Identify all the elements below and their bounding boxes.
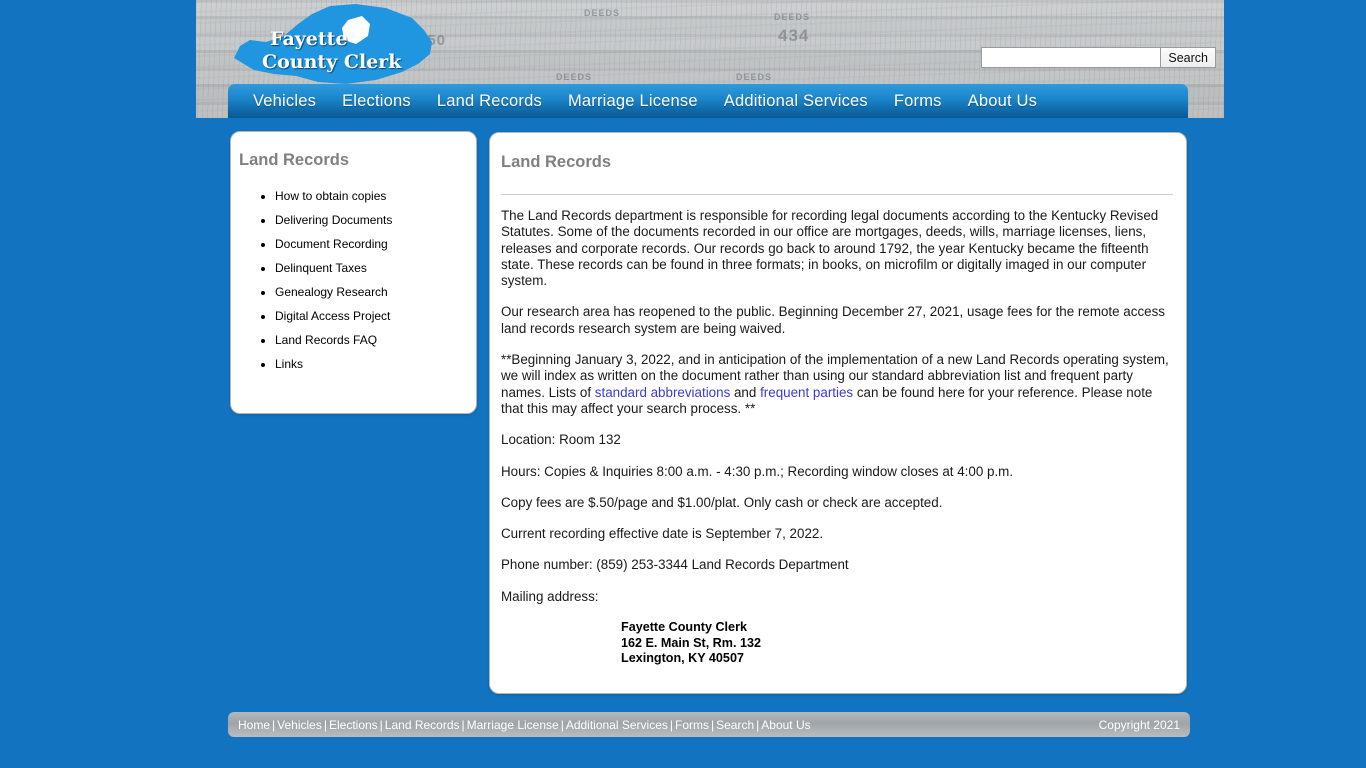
address-line-1: Fayette County Clerk [621, 620, 747, 635]
logo-line-2: County Clerk [262, 51, 402, 73]
sidebar-title: Land Records [239, 151, 350, 169]
sidebar-item-label[interactable]: Delivering Documents [275, 213, 392, 227]
footer-link-additional-services[interactable]: Additional Services [566, 718, 668, 732]
sidebar-item-genealogy-research[interactable]: Genealogy Research [275, 280, 476, 304]
sidebar-item-how-to-obtain-copies[interactable]: How to obtain copies [275, 184, 476, 208]
sidebar-item-label[interactable]: How to obtain copies [275, 189, 386, 203]
footer-link-list: Home | Vehicles | Elections | Land Records | Mar… [238, 718, 811, 732]
sidebar-card: Land Records How to obtain copies Delive… [230, 131, 477, 414]
address-line-3: Lexington, KY 40507 [621, 651, 744, 666]
sidebar-item-document-recording[interactable]: Document Recording [275, 232, 476, 256]
nav-item-forms[interactable]: Forms [881, 92, 955, 111]
sidebar-item-label[interactable]: Genealogy Research [275, 285, 388, 299]
logo-text: Fayette County Clerk [262, 28, 401, 74]
nav-underline [228, 118, 1188, 121]
ledger-mark: DEEDS [774, 12, 811, 22]
sidebar-menu: How to obtain copies Delivering Document… [231, 184, 476, 376]
footer-separator: | [323, 717, 327, 732]
footer-separator: | [461, 717, 465, 732]
sidebar-item-delinquent-taxes[interactable]: Delinquent Taxes [275, 256, 476, 280]
footer-link-home[interactable]: Home [238, 718, 270, 732]
nav-item-land-records[interactable]: Land Records [424, 92, 555, 111]
logo-line-1: Fayette [270, 28, 348, 50]
nav-item-marriage-license[interactable]: Marriage License [555, 92, 711, 111]
ledger-mark: 434 [778, 26, 810, 45]
ledger-mark: DEEDS [556, 72, 593, 82]
nav-item-additional-services[interactable]: Additional Services [711, 92, 881, 111]
paragraph-effective-date: Current recording effective date is Sept… [501, 526, 824, 542]
sidebar-item-label[interactable]: Delinquent Taxes [275, 261, 367, 275]
footer-separator: | [560, 717, 564, 732]
page-root: 450 434 DEEDS DEEDS DEEDS DEEDS Fayette … [0, 0, 1366, 768]
indexing-notice-text-b: and [730, 384, 761, 400]
ledger-mark: DEEDS [736, 72, 773, 82]
site-footer: Home | Vehicles | Elections | Land Records | Mar… [228, 712, 1190, 737]
link-standard-abbreviations[interactable]: standard abbreviations [595, 385, 730, 400]
paragraph-copy-fees: Copy fees are $.50/page and $1.00/plat. … [501, 494, 943, 510]
sidebar-item-label[interactable]: Digital Access Project [275, 309, 390, 323]
sidebar-item-delivering-documents[interactable]: Delivering Documents [275, 208, 476, 232]
paragraph-phone: Phone number: (859) 253-3344 Land Record… [501, 557, 849, 573]
paragraph-research-area: Our research area has reopened to the pu… [501, 304, 1165, 336]
nav-item-about-us[interactable]: About Us [955, 92, 1050, 111]
search-button[interactable]: Search [1160, 47, 1216, 68]
sidebar-item-label[interactable]: Land Records FAQ [275, 333, 377, 347]
footer-link-vehicles[interactable]: Vehicles [277, 718, 322, 732]
footer-link-land-records[interactable]: Land Records [385, 718, 460, 732]
footer-link-marriage-license[interactable]: Marriage License [467, 718, 559, 732]
search-form: Search [981, 47, 1216, 68]
site-logo[interactable]: Fayette County Clerk [226, 2, 446, 88]
paragraph-mailing-label: Mailing address: [501, 588, 599, 604]
address-line-2: 162 E. Main St, Rm. 132 [621, 635, 761, 650]
nav-item-elections[interactable]: Elections [329, 92, 424, 111]
main-navigation: Vehicles Elections Land Records Marriage… [228, 84, 1188, 118]
sidebar-item-links[interactable]: Links [275, 352, 476, 376]
footer-separator: | [379, 717, 383, 732]
paragraph-department-overview: The Land Records department is responsib… [501, 208, 1159, 289]
main-content-card: Land Records The Land Records department… [489, 132, 1187, 694]
footer-link-search[interactable]: Search [716, 718, 754, 732]
search-input[interactable] [981, 47, 1161, 68]
ledger-mark: DEEDS [584, 8, 621, 18]
main-body: The Land Records department is responsib… [501, 195, 1173, 667]
footer-separator: | [669, 717, 673, 732]
footer-link-elections[interactable]: Elections [329, 718, 378, 732]
sidebar-item-label[interactable]: Links [275, 357, 303, 371]
mailing-address-block: Fayette County Clerk 162 E. Main St, Rm.… [621, 620, 1173, 667]
footer-copyright: Copyright 2021 [1098, 717, 1180, 732]
paragraph-indexing-notice: **Beginning January 3, 2022, and in anti… [501, 352, 1173, 417]
nav-item-vehicles[interactable]: Vehicles [240, 92, 329, 111]
paragraph-location: Location: Room 132 [501, 432, 621, 448]
sidebar-item-digital-access-project[interactable]: Digital Access Project [275, 304, 476, 328]
footer-link-forms[interactable]: Forms [675, 718, 709, 732]
sidebar-item-land-records-faq[interactable]: Land Records FAQ [275, 328, 476, 352]
paragraph-hours: Hours: Copies & Inquiries 8:00 a.m. - 4:… [501, 463, 1014, 479]
footer-link-about-us[interactable]: About Us [761, 718, 810, 732]
sidebar-item-label[interactable]: Document Recording [275, 237, 388, 251]
link-frequent-parties[interactable]: frequent parties [760, 385, 853, 400]
page-title: Land Records [501, 153, 612, 171]
